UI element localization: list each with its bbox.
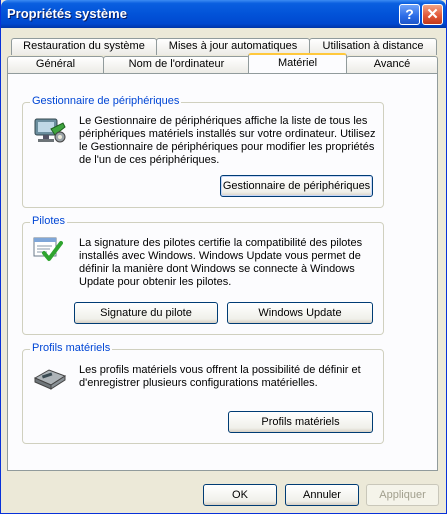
window-title: Propriétés système — [7, 6, 127, 21]
windows-update-button[interactable]: Windows Update — [227, 302, 373, 324]
device-manager-title: Gestionnaire de périphériques — [30, 95, 182, 107]
help-icon[interactable]: ? — [399, 4, 420, 25]
driver-signing-icon — [33, 235, 63, 266]
tab-system-restore[interactable]: Restauration du système — [11, 38, 157, 55]
driver-signing-button[interactable]: Signature du pilote — [74, 302, 218, 324]
tab-hardware[interactable]: Matériel — [248, 53, 347, 73]
device-manager-description: Le Gestionnaire de périphériques affiche… — [79, 115, 376, 166]
hardware-profiles-icon — [33, 364, 67, 393]
hardware-profiles-button[interactable]: Profils matériels — [228, 411, 373, 433]
apply-button[interactable]: Appliquer — [366, 484, 439, 506]
tab-general[interactable]: Général — [7, 56, 104, 73]
ok-button[interactable]: OK — [203, 484, 277, 506]
hardware-profiles-description: Les profils matériels vous offrent la po… — [79, 364, 361, 389]
close-icon[interactable]: ✕ — [422, 4, 443, 25]
tab-advanced[interactable]: Avancé — [346, 56, 438, 73]
cancel-button[interactable]: Annuler — [285, 484, 359, 506]
drivers-description: La signature des pilotes certifie la com… — [79, 237, 363, 288]
hardware-profiles-group: Profils matériels Les profils matériels … — [22, 342, 384, 444]
hardware-profiles-title: Profils matériels — [30, 342, 113, 354]
device-manager-group: Gestionnaire de périphériques Le Gestion… — [22, 95, 384, 208]
tab-computer-name[interactable]: Nom de l'ordinateur — [103, 56, 250, 73]
drivers-group: Pilotes La signature des pilotes certifi… — [22, 215, 384, 335]
system-properties-window: Propriétés système ? ✕ Restauration du s… — [0, 0, 447, 514]
drivers-title: Pilotes — [30, 215, 68, 227]
title-bar[interactable]: Propriétés système ? ✕ — [1, 0, 446, 28]
device-manager-button[interactable]: Gestionnaire de périphériques — [220, 175, 373, 197]
device-manager-icon — [33, 113, 67, 150]
